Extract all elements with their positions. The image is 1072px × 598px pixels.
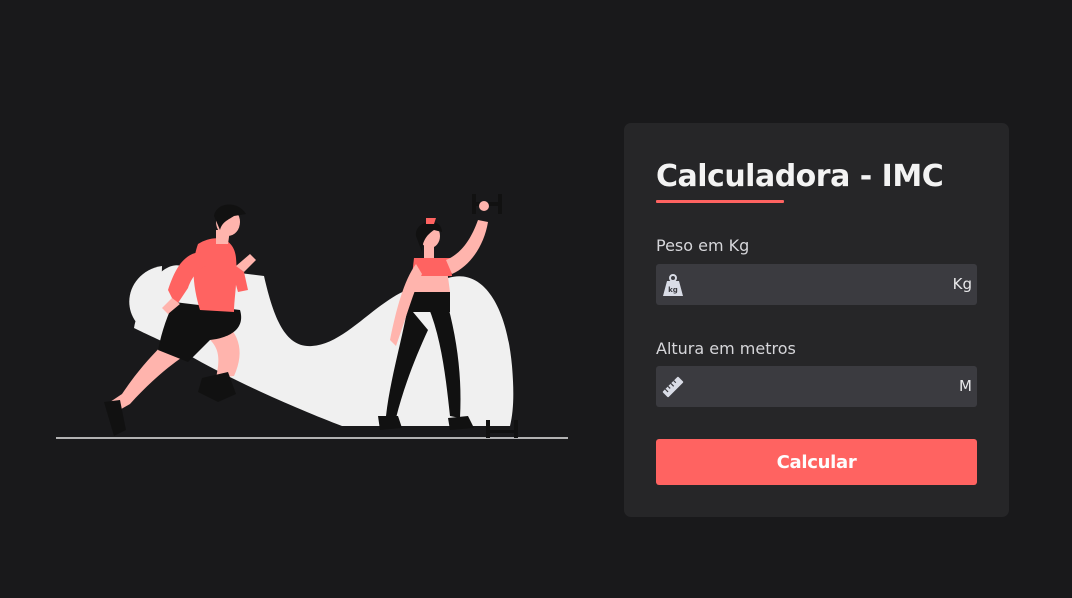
bmi-calculator-card: Calculadora - IMC Peso em Kg kg Kg Altur… <box>624 123 1009 517</box>
title-underline <box>656 200 784 203</box>
ruler-icon <box>662 376 684 398</box>
calculate-button[interactable]: Calcular <box>656 439 977 485</box>
height-field[interactable]: M <box>656 366 977 407</box>
fitness-illustration <box>56 194 568 439</box>
page-title: Calculadora - IMC <box>656 159 944 194</box>
weight-unit: Kg <box>952 275 972 293</box>
runner-figure <box>104 204 256 436</box>
page: Calculadora - IMC Peso em Kg kg Kg Altur… <box>0 0 1072 598</box>
weight-label: Peso em Kg <box>656 236 750 255</box>
height-unit: M <box>959 377 972 395</box>
svg-text:kg: kg <box>668 286 678 294</box>
height-input[interactable] <box>692 366 932 407</box>
weight-input[interactable] <box>692 264 932 305</box>
weight-icon: kg <box>663 274 683 296</box>
weight-field[interactable]: kg Kg <box>656 264 977 305</box>
height-label: Altura em metros <box>656 339 796 358</box>
